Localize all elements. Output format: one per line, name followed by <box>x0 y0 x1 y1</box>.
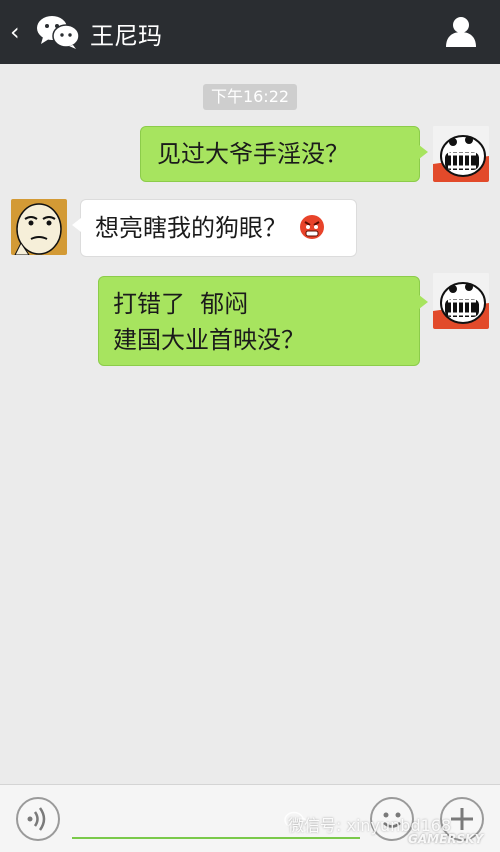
message-text-line: 建国大业首映没？ <box>113 326 305 354</box>
message-text: 想亮瞎我的狗眼？ <box>95 214 287 242</box>
avatar-sender[interactable] <box>433 273 489 329</box>
message-text: 见过大爷手淫没？ <box>157 140 349 168</box>
back-chevron-icon[interactable]: ‹ <box>10 18 20 46</box>
person-icon[interactable] <box>444 14 478 48</box>
timestamp: 下午16:22 <box>203 84 297 110</box>
top-bar: ‹ 王尼玛 <box>0 0 500 64</box>
avatar-sender[interactable] <box>433 126 489 182</box>
angry-face-emoji <box>299 215 324 239</box>
message-text-line: 打错了 郁闷 <box>113 290 249 318</box>
message-bubble-sent[interactable]: 打错了 郁闷 建国大业首映没？ <box>98 276 428 366</box>
chat-area[interactable]: 下午16:22 见过大爷手淫没？ 想亮瞎我的狗眼？ 打错了 郁闷 建国大业首映没… <box>0 64 500 784</box>
wechat-logo-icon <box>37 16 80 49</box>
avatar-receiver[interactable] <box>11 199 67 255</box>
message-bubble-received[interactable]: 想亮瞎我的狗眼？ <box>72 199 357 257</box>
voice-wave-icon <box>27 807 46 831</box>
message-bubble-sent[interactable]: 见过大爷手淫没？ <box>140 126 428 182</box>
voice-button[interactable] <box>16 797 60 841</box>
watermark-brand: GAMERSKY <box>408 832 484 846</box>
chat-title: 王尼玛 <box>90 22 162 50</box>
